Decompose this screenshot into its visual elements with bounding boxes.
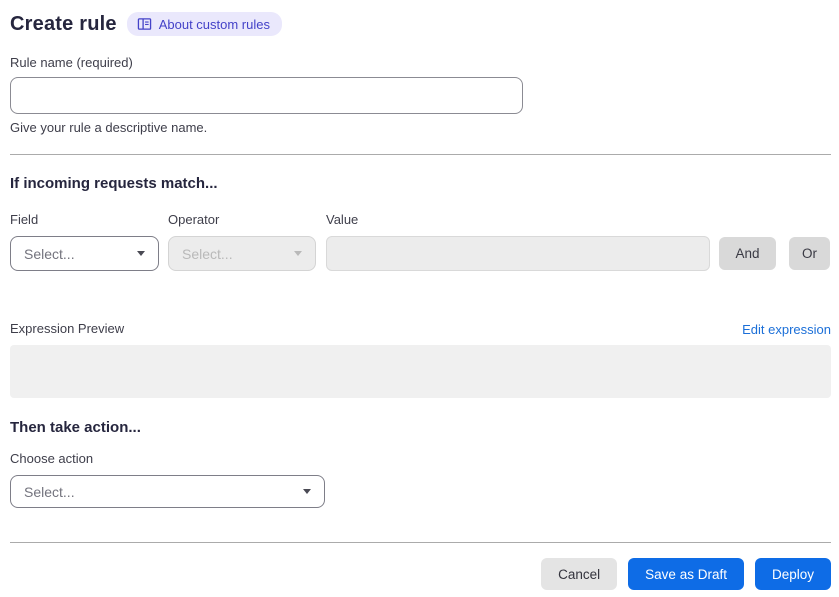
choose-action-label: Choose action [10,451,94,466]
page-title: Create rule [10,12,117,35]
field-column: Field Select... [10,212,159,271]
about-badge-label: About custom rules [158,16,270,32]
rule-name-section: Rule name (required) Give your rule a de… [10,55,830,136]
edit-expression-link[interactable]: Edit expression [742,322,831,337]
expression-preview-header: Expression Preview Edit expression [10,321,831,337]
value-input[interactable] [326,236,710,271]
match-expression-row: Field Select... Operator Select... Value… [10,212,830,271]
choose-action-select[interactable]: Select... [10,475,325,508]
match-section-heading: If incoming requests match... [10,175,218,192]
rule-name-helper: Give your rule a descriptive name. [10,120,208,135]
book-icon [137,17,152,31]
chevron-down-icon [137,251,145,256]
cancel-button[interactable]: Cancel [541,558,618,590]
expression-preview-label: Expression Preview [10,321,125,336]
expression-preview-box [10,345,831,398]
operator-select-value: Select... [182,245,233,262]
or-button[interactable]: Or [789,237,830,270]
action-section-heading: Then take action... [10,419,141,436]
rule-name-input[interactable] [10,77,523,114]
save-as-draft-button[interactable]: Save as Draft [628,558,744,590]
footer-actions: Cancel Save as Draft Deploy [10,558,831,590]
operator-select[interactable]: Select... [168,236,316,271]
create-rule-page: Create rule About custom rules Rule name… [0,0,839,590]
about-custom-rules-badge[interactable]: About custom rules [126,12,282,36]
rule-name-label: Rule name (required) [10,55,133,70]
and-button[interactable]: And [719,237,776,270]
footer-divider [10,542,831,543]
value-label: Value [326,212,359,227]
value-column: Value [326,212,710,271]
chevron-down-icon [294,251,302,256]
choose-action-select-value: Select... [24,483,75,500]
chevron-down-icon [303,489,311,494]
field-label: Field [10,212,39,227]
page-header: Create rule About custom rules [10,9,830,39]
field-select-value: Select... [24,245,75,262]
operator-label: Operator [168,212,220,227]
deploy-button[interactable]: Deploy [754,558,831,590]
operator-column: Operator Select... [168,212,316,271]
field-select[interactable]: Select... [10,236,159,271]
section-divider [10,154,831,155]
